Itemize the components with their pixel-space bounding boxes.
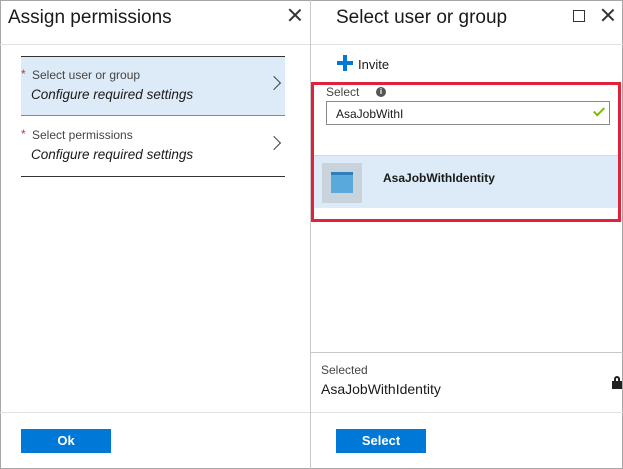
close-icon[interactable] xyxy=(601,8,615,22)
select-field-label: Select xyxy=(326,85,360,99)
required-marker: * xyxy=(21,127,26,141)
search-input[interactable]: AsaJobWithI xyxy=(326,101,610,125)
list-item[interactable]: AsaJobWithIdentity xyxy=(314,155,618,208)
blade-header: Assign permissions xyxy=(0,0,310,45)
close-icon[interactable] xyxy=(288,8,302,22)
chevron-right-icon xyxy=(266,135,282,151)
step-label: Select user or group xyxy=(32,68,141,82)
step-select-user-or-group[interactable]: * Select user or group Configure require… xyxy=(21,56,285,116)
selected-label: Selected xyxy=(321,363,368,377)
app-window-icon xyxy=(322,163,362,203)
blade-header: Select user or group xyxy=(311,0,623,45)
step-label: Select permissions xyxy=(32,128,133,142)
info-icon[interactable]: i xyxy=(376,87,386,97)
required-marker: * xyxy=(21,67,26,81)
select-button[interactable]: Select xyxy=(336,429,426,453)
selected-value: AsaJobWithIdentity xyxy=(321,381,441,397)
result-name: AsaJobWithIdentity xyxy=(383,171,495,185)
maximize-icon[interactable] xyxy=(573,10,585,22)
invite-label: Invite xyxy=(358,57,390,72)
assign-permissions-blade: Assign permissions * Select user or grou… xyxy=(0,0,311,469)
blade-title: Assign permissions xyxy=(8,7,172,28)
blade-title: Select user or group xyxy=(336,7,508,28)
plus-icon xyxy=(337,55,353,71)
selected-divider xyxy=(311,352,623,353)
checkmark-icon xyxy=(592,104,606,117)
step-select-permissions[interactable]: * Select permissions Configure required … xyxy=(21,117,285,177)
ok-button[interactable]: Ok xyxy=(21,429,111,453)
chevron-right-icon xyxy=(266,75,282,91)
step-status: Configure required settings xyxy=(31,147,194,162)
select-user-or-group-blade: Select user or group Invite Select i Asa… xyxy=(311,0,623,469)
footer-divider xyxy=(311,412,623,413)
footer-divider xyxy=(0,412,310,413)
search-input-value: AsaJobWithI xyxy=(336,107,404,121)
lock-icon xyxy=(612,376,622,389)
step-status: Configure required settings xyxy=(31,87,194,102)
